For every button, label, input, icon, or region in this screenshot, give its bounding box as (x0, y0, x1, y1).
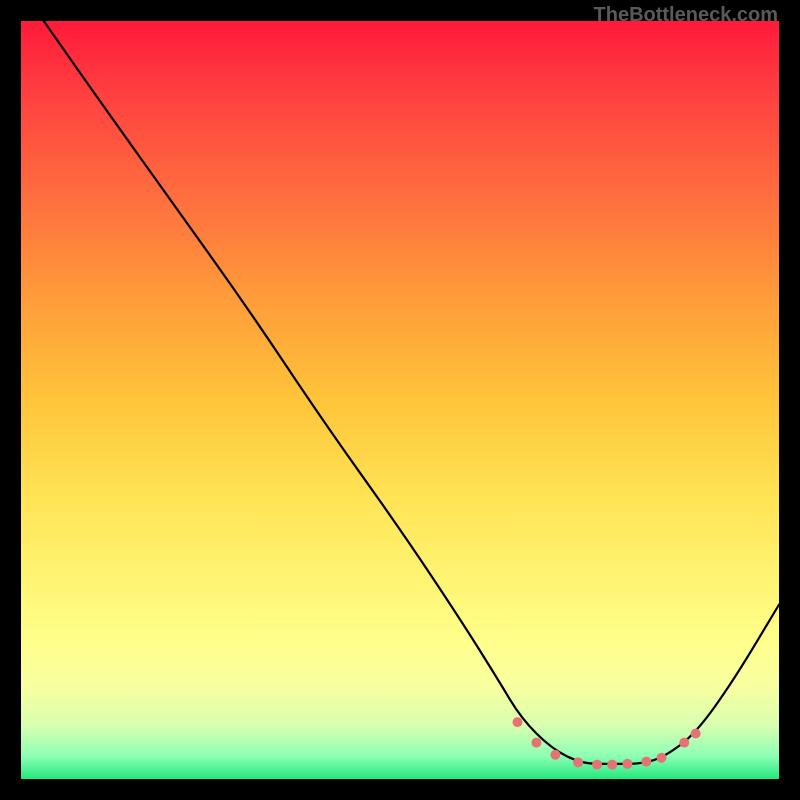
marker-dots (512, 717, 700, 769)
marker-dot (607, 760, 617, 770)
watermark-text: TheBottleneck.com (594, 4, 778, 27)
chart-svg (21, 21, 779, 779)
main-curve (44, 21, 779, 764)
marker-dot (592, 760, 602, 770)
marker-dot (512, 717, 522, 727)
marker-dot (679, 738, 689, 748)
marker-dot (691, 729, 701, 739)
marker-dot (622, 759, 632, 769)
marker-dot (657, 753, 667, 763)
marker-dot (641, 757, 651, 767)
marker-dot (573, 757, 583, 767)
marker-dot (531, 738, 541, 748)
marker-dot (550, 750, 560, 760)
